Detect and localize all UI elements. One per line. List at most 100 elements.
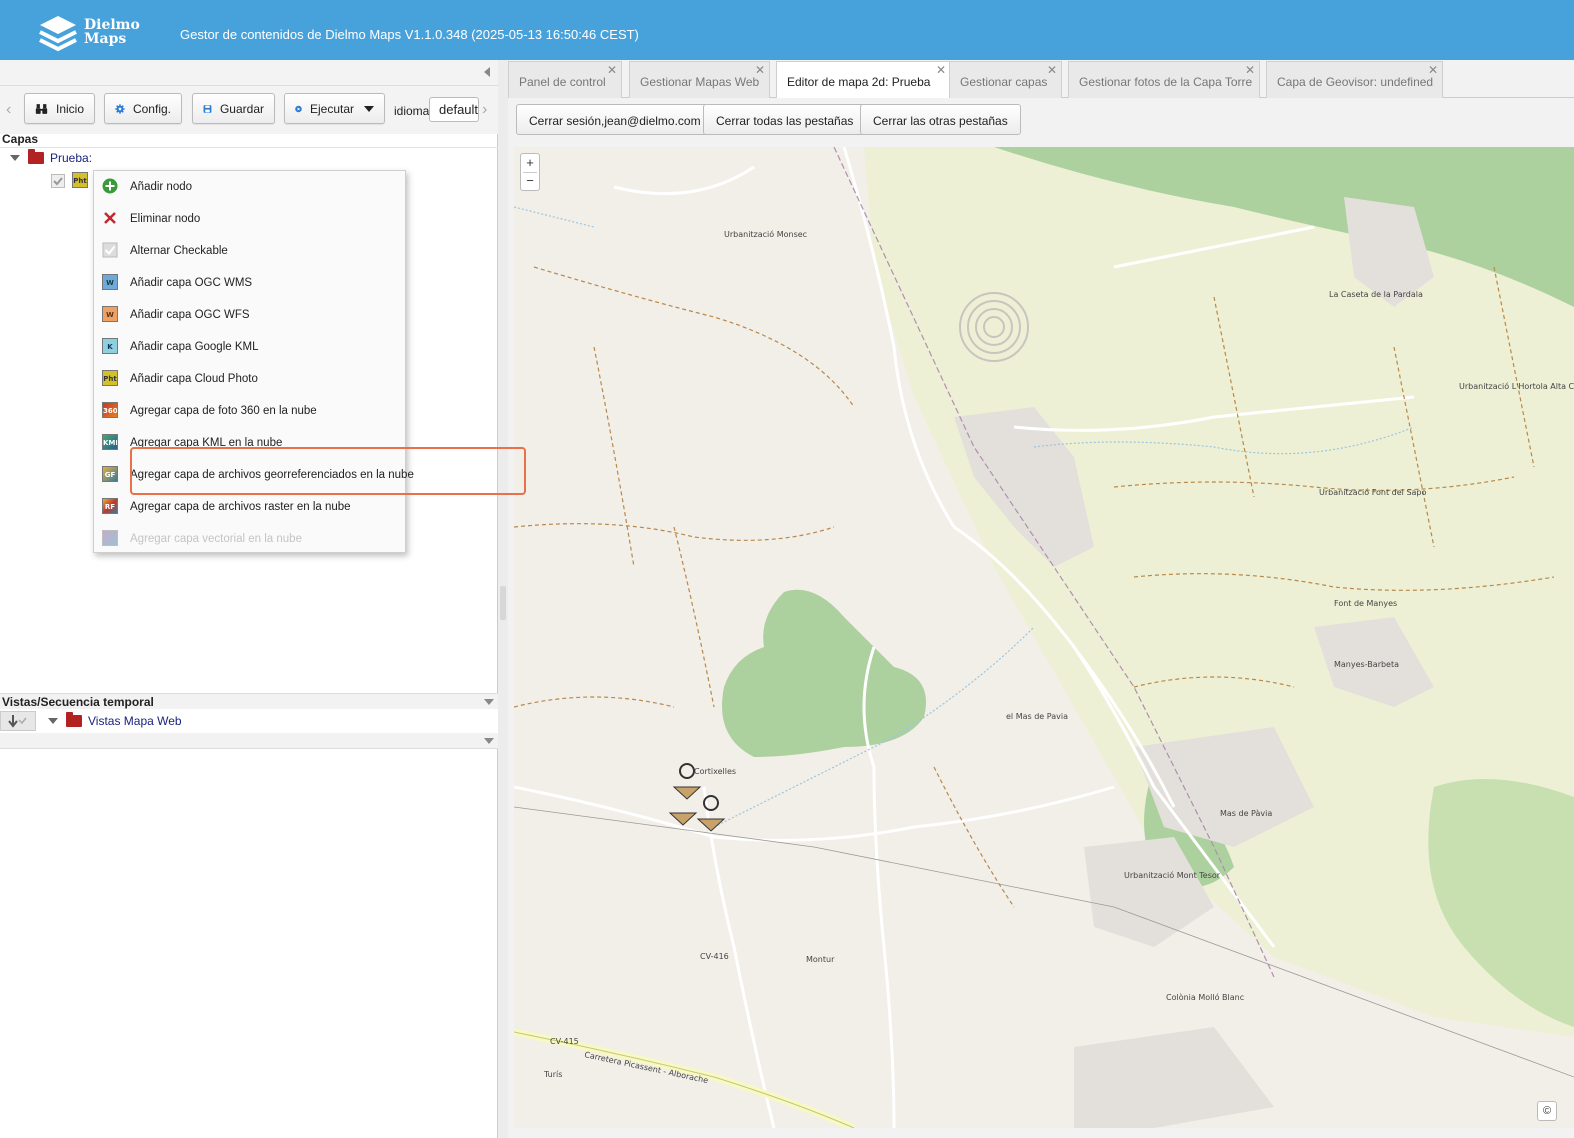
close-all-tabs-button[interactable]: Cerrar todas las pestañas: [703, 104, 867, 135]
menu-item-capa-vectorial: Agregar capa vectorial en la nube: [94, 523, 405, 555]
vistas-download-button[interactable]: [0, 711, 36, 731]
vistas-tree-row: Vistas Mapa Web: [0, 709, 498, 733]
inicio-button[interactable]: Inicio: [24, 93, 95, 124]
wms-layer-icon: W: [102, 274, 118, 290]
zoom-out-button[interactable]: −: [521, 172, 539, 190]
map-canvas[interactable]: Urbanització Monsec La Caseta de la Pard…: [514, 147, 1574, 1128]
close-icon[interactable]: ✕: [755, 64, 765, 76]
config-label: Config.: [132, 101, 171, 116]
cloud-photo-layer-icon[interactable]: Pht: [72, 172, 88, 188]
vistas-expand-icon[interactable]: [48, 718, 58, 724]
guardar-button[interactable]: Guardar: [192, 93, 275, 124]
tab-label: Panel de control: [519, 75, 606, 89]
vistas-footer: [0, 733, 498, 749]
tree-expand-icon[interactable]: [10, 155, 20, 161]
vistas-title: Vistas/Secuencia temporal: [2, 695, 154, 709]
map-label: Font de Manyes: [1334, 599, 1397, 608]
cloud-photo-icon: Pht: [102, 370, 118, 386]
idioma-label: idioma:: [394, 104, 433, 118]
attribution-button[interactable]: ©: [1537, 1101, 1557, 1121]
menu-item-anadir-wms[interactable]: W Añadir capa OGC WMS: [94, 267, 405, 299]
photo-marker[interactable]: [696, 795, 726, 832]
tree-item-vistas-mapa-web[interactable]: Vistas Mapa Web: [88, 714, 182, 728]
toolbar-scroll-left-icon[interactable]: ‹: [6, 102, 11, 118]
close-icon[interactable]: ✕: [1047, 64, 1057, 76]
tab-gestionar-fotos[interactable]: Gestionar fotos de la Capa Torre ✕: [1068, 61, 1260, 98]
map-label: Colònia Molló Blanc: [1166, 992, 1244, 1002]
inicio-label: Inicio: [55, 101, 84, 116]
zoom-control: + −: [520, 153, 540, 191]
tab-capa-geovisor[interactable]: Capa de Geovisor: undefined ✕: [1266, 61, 1443, 98]
logo-line-1: Dielmo: [84, 17, 140, 33]
app-title: Gestor de contenidos de Dielmo Maps V1.1…: [180, 27, 639, 42]
photo-marker[interactable]: [668, 812, 698, 826]
tab-panel-de-control[interactable]: Panel de control ✕: [508, 61, 622, 98]
binoculars-icon: [35, 103, 48, 114]
close-icon[interactable]: ✕: [1428, 64, 1438, 76]
logout-button[interactable]: Cerrar sesión,jean@dielmo.com: [516, 104, 714, 135]
menu-item-label: Añadir capa OGC WMS: [130, 277, 253, 289]
vistas-footer-dropdown-icon[interactable]: [484, 738, 494, 744]
menu-item-anadir-cloud-photo[interactable]: Pht Añadir capa Cloud Photo: [94, 363, 405, 395]
download-icon: [8, 715, 27, 728]
menu-item-label: Eliminar nodo: [130, 213, 201, 225]
folder-icon: [28, 149, 44, 164]
map-label: CV-415: [550, 1037, 579, 1046]
capas-title: Capas: [2, 132, 39, 146]
close-icon[interactable]: ✕: [1245, 64, 1255, 76]
vector-layer-icon: [102, 530, 118, 546]
toolbar-scroll-right-icon[interactable]: ›: [482, 102, 487, 118]
vistas-folder-icon: [66, 712, 82, 727]
menu-item-anadir-wfs[interactable]: W Añadir capa OGC WFS: [94, 299, 405, 331]
menu-item-label: Añadir capa Google KML: [130, 341, 259, 353]
menu-item-label: Añadir capa Cloud Photo: [130, 373, 258, 385]
menu-item-kml-nube[interactable]: KML Agregar capa KML en la nube: [94, 427, 405, 459]
map-label: el Mas de Pavia: [1006, 712, 1068, 721]
map-label: Manyes-Barbeta: [1334, 660, 1399, 669]
menu-item-archivos-raster[interactable]: RF Agregar capa de archivos raster en la…: [94, 491, 405, 523]
check-icon: [53, 177, 63, 186]
menu-item-label: Añadir nodo: [130, 181, 193, 193]
tree-item-prueba[interactable]: Prueba:: [50, 151, 92, 165]
panel-collapse-bar[interactable]: [0, 60, 498, 86]
tab-gestionar-mapas-web[interactable]: Gestionar Mapas Web ✕: [629, 61, 770, 98]
play-icon: [295, 105, 302, 112]
close-other-tabs-button[interactable]: Cerrar las otras pestañas: [860, 104, 1021, 135]
map-label: Urbanització L'Hortola Alta Camp: [1459, 381, 1574, 391]
close-icon[interactable]: ✕: [607, 64, 617, 76]
idioma-select[interactable]: default: [429, 97, 479, 122]
tab-label: Editor de mapa 2d: Prueba: [787, 75, 931, 89]
map-label: Turís: [543, 1070, 562, 1079]
tab-gestionar-capas[interactable]: Gestionar capas ✕: [949, 61, 1062, 98]
vistas-header: Vistas/Secuencia temporal: [0, 693, 498, 709]
georef-files-icon: GF: [102, 466, 118, 482]
menu-item-archivos-georreferenciados[interactable]: GF Agregar capa de archivos georreferenc…: [94, 459, 414, 491]
menu-item-label: Agregar capa de archivos raster en la nu…: [130, 501, 351, 513]
vistas-collapse-icon[interactable]: [484, 699, 494, 705]
menu-item-eliminar-nodo[interactable]: Eliminar nodo: [94, 203, 405, 235]
logo-line-2: Maps: [84, 31, 127, 47]
tab-editor-mapa[interactable]: Editor de mapa 2d: Prueba ✕: [776, 61, 951, 99]
map-label: Urbanització Font del Sapo: [1319, 487, 1427, 497]
tab-label: Gestionar fotos de la Capa Torre: [1079, 75, 1253, 89]
app-header: Dielmo Maps Gestor de contenidos de Diel…: [0, 0, 1574, 60]
config-button[interactable]: Config.: [104, 93, 182, 124]
logo-text: Dielmo Maps: [84, 18, 140, 46]
splitter-handle[interactable]: [500, 586, 506, 620]
ejecutar-button[interactable]: Ejecutar: [284, 93, 385, 124]
tab-bar: Panel de control ✕ Gestionar Mapas Web ✕…: [508, 60, 1574, 99]
collapse-left-icon[interactable]: [484, 67, 490, 77]
menu-item-foto-360[interactable]: 360 Agregar capa de foto 360 en la nube: [94, 395, 405, 427]
menu-item-alternar-checkable[interactable]: Alternar Checkable: [94, 235, 405, 267]
layer-checkbox[interactable]: [51, 174, 65, 188]
menu-item-anadir-nodo[interactable]: Añadir nodo: [94, 171, 405, 203]
zoom-in-button[interactable]: +: [521, 154, 539, 172]
menu-item-anadir-kml[interactable]: K Añadir capa Google KML: [94, 331, 405, 363]
kml-layer-icon: K: [102, 338, 118, 354]
cloud-kml-icon: KML: [102, 434, 118, 450]
menu-item-label: Agregar capa KML en la nube: [130, 437, 283, 449]
gear-icon: [115, 103, 125, 114]
close-icon[interactable]: ✕: [936, 64, 946, 76]
tab-label: Capa de Geovisor: undefined: [1277, 75, 1434, 89]
chevron-down-icon: [364, 105, 374, 112]
